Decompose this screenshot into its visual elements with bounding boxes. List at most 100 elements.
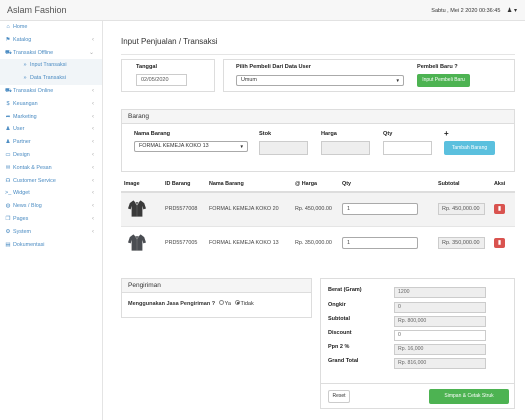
pengiriman-panel: Pengiriman Menggunakan Jasa Pengiriman ?… bbox=[121, 278, 312, 318]
topbar-right: Sabtu , Mei 2 2020 00:36:45 ♟ ▾ bbox=[431, 7, 517, 14]
table-row: PRD5577008 FORMAL KEMEJA KOKO 20 Rp. 450… bbox=[121, 191, 515, 226]
user-icon: ♟ bbox=[5, 126, 11, 133]
nama-barang-select-value: FORMAL KEMEJA KOKO 13 bbox=[139, 143, 209, 149]
berat-label: Berat (Gram) bbox=[328, 287, 362, 293]
chevron-icon: ⌄ bbox=[88, 49, 94, 56]
tambah-barang-button[interactable]: Tambah Barang bbox=[444, 141, 495, 155]
ongkir-input: 0 bbox=[394, 302, 486, 313]
tanggal-label: Tanggal bbox=[136, 64, 158, 70]
sidebar-item-label: Input Transaksi bbox=[30, 62, 67, 69]
chevron-icon: ‹ bbox=[92, 113, 94, 120]
harga-label: Harga bbox=[321, 131, 337, 137]
radio-tidak-label: Tidak bbox=[240, 301, 254, 307]
pembeli-select[interactable]: Umum ▼ bbox=[236, 75, 404, 86]
sidebar-item-keuangan[interactable]: $ Keuangan ‹ bbox=[0, 98, 102, 111]
user-icon: ♟ bbox=[506, 8, 513, 14]
qty-label: Qty bbox=[383, 131, 393, 137]
barang-panel: Barang Nama Barang FORMAL KEMEJA KOKO 13… bbox=[121, 109, 515, 172]
home-icon: ⌂ bbox=[6, 24, 10, 30]
simpan-cetak-button[interactable]: Simpan & Cetak Struk bbox=[429, 389, 509, 404]
sidebar-item-label: Transaksi Online bbox=[13, 87, 54, 94]
pengiriman-row: Menggunakan Jasa Pengiriman ? Ya Tidak bbox=[128, 300, 254, 307]
row-harga: Rp. 450,000.00 bbox=[292, 191, 339, 226]
chevron-icon: ‹ bbox=[92, 151, 94, 158]
sidebar-item-system[interactable]: ⚙ System ‹ bbox=[0, 226, 102, 239]
sidebar-item-label: Keuangan bbox=[13, 100, 38, 107]
sidebar-item-label: Widget bbox=[13, 190, 30, 197]
radio-ya[interactable] bbox=[218, 300, 224, 306]
action-panel: Reset Simpan & Cetak Struk bbox=[320, 383, 515, 409]
tanggal-input[interactable]: 02/05/2020 bbox=[136, 74, 187, 86]
sidebar-item-partner[interactable]: ♟ Partner ‹ bbox=[0, 136, 102, 149]
nama-barang-select[interactable]: FORMAL KEMEJA KOKO 13 ▼ bbox=[134, 141, 248, 152]
sidebar-item-design[interactable]: ▭ Design ‹ bbox=[0, 149, 102, 162]
sidebar-item-label: Marketing bbox=[13, 113, 37, 120]
globe-icon: ◍ bbox=[5, 203, 11, 210]
sidebar-item-label: System bbox=[13, 228, 31, 235]
qty-input[interactable] bbox=[383, 141, 432, 155]
col-image: Image bbox=[121, 176, 162, 193]
discount-input[interactable]: 0 bbox=[394, 330, 486, 341]
sidebar-item-katalog[interactable]: ⚑ Katalog ‹ bbox=[0, 34, 102, 47]
sidebar-item-kontak-pesan[interactable]: ✉ Kontak & Pesan ‹ bbox=[0, 162, 102, 175]
shirt-image-icon bbox=[128, 234, 146, 251]
input-pembeli-baru-button[interactable]: Input Pembeli Baru bbox=[417, 74, 470, 87]
sidebar-item-input-transaksi[interactable]: » Input Transaksi bbox=[0, 59, 102, 73]
chevron-icon: ‹ bbox=[92, 100, 94, 107]
row-harga: Rp. 350,000.00 bbox=[292, 225, 339, 260]
datetime-text: Sabtu , Mei 2 2020 00:36:45 bbox=[431, 8, 501, 14]
summary-panel: Berat (Gram) 1200 Ongkir 0 Subtotal Rp. … bbox=[320, 278, 515, 395]
brand-title[interactable]: Aslam Fashion bbox=[7, 5, 67, 15]
copy-icon: ❐ bbox=[5, 215, 11, 222]
pembeli-select-value: Umum bbox=[241, 77, 257, 83]
sidebar-item-pages[interactable]: ❐ Pages ‹ bbox=[0, 213, 102, 226]
row-id: PRD5577008 bbox=[162, 191, 206, 226]
sidebar-item-transaksi-online[interactable]: ⛟Transaksi Online ‹ bbox=[0, 85, 102, 98]
sidebar-item-label: Partner bbox=[13, 139, 31, 146]
chevron-icon: ‹ bbox=[92, 215, 94, 222]
divider bbox=[121, 54, 515, 55]
sidebar-item-transaksi-offline[interactable]: ⛟Transaksi Offline ⌄ bbox=[0, 47, 102, 60]
cart-table: Image ID Barang Nama Barang @ Harga Qty … bbox=[121, 176, 515, 260]
sidebar-item-user[interactable]: ♟ User ‹ bbox=[0, 123, 102, 136]
ongkir-label: Ongkir bbox=[328, 302, 346, 308]
reset-button[interactable]: Reset bbox=[328, 390, 350, 403]
ppn-label: Ppn 2 % bbox=[328, 344, 350, 350]
sidebar-item-label: News / Blog bbox=[13, 203, 42, 210]
row-nama: FORMAL KEMEJA KOKO 13 bbox=[206, 225, 292, 260]
headset-icon: ☊ bbox=[5, 177, 11, 184]
row-id: PRD5577005 bbox=[162, 225, 206, 260]
sidebar-item-label: Data Transaksi bbox=[30, 75, 66, 82]
sidebar: ⌂ Home ⚑ Katalog ‹ ⛟Transaksi Offline ⌄» Input … bbox=[0, 21, 103, 420]
users-icon: ♟ bbox=[5, 139, 11, 146]
delete-row-button[interactable]: ▮ bbox=[494, 238, 505, 249]
double-chevron-icon: » bbox=[23, 62, 27, 69]
user-menu[interactable]: ♟ ▾ bbox=[507, 7, 517, 14]
top-navbar: Aslam Fashion Sabtu , Mei 2 2020 00:36:4… bbox=[0, 0, 525, 21]
sidebar-item-marketing[interactable]: ➦ Marketing ‹ bbox=[0, 111, 102, 124]
row-qty-input[interactable]: 1 bbox=[342, 237, 418, 250]
table-row: PRD5577005 FORMAL KEMEJA KOKO 13 Rp. 350… bbox=[121, 225, 515, 260]
stok-label: Stok bbox=[259, 131, 272, 137]
book-icon: ▤ bbox=[5, 241, 11, 248]
berat-input: 1200 bbox=[394, 287, 486, 298]
sidebar-item-data-transaksi[interactable]: » Data Transaksi bbox=[0, 72, 102, 85]
sidebar-item-customer-service[interactable]: ☊ Customer Service ‹ bbox=[0, 175, 102, 188]
row-qty-input[interactable]: 1 bbox=[342, 203, 418, 216]
sidebar-item-widget[interactable]: >_ Widget ‹ bbox=[0, 187, 102, 200]
harga-input bbox=[321, 141, 370, 155]
terminal-icon: >_ bbox=[5, 190, 12, 197]
cart-icon: ⛟ bbox=[5, 87, 12, 94]
sidebar-item-news-blog[interactable]: ◍ News / Blog ‹ bbox=[0, 200, 102, 213]
delete-row-button[interactable]: ▮ bbox=[494, 204, 505, 215]
nama-barang-label: Nama Barang bbox=[134, 131, 171, 137]
sidebar-item-home[interactable]: ⌂ Home bbox=[0, 21, 102, 34]
sidebar-item-dokumentasi[interactable]: ▤ Dokumentasi bbox=[0, 239, 102, 252]
product-image bbox=[121, 191, 162, 226]
double-chevron-icon: » bbox=[23, 75, 27, 82]
chevron-icon: ‹ bbox=[92, 190, 94, 197]
col-aksi: Aksi bbox=[491, 176, 515, 193]
radio-tidak[interactable] bbox=[234, 300, 240, 306]
pengiriman-title: Pengiriman bbox=[122, 279, 311, 293]
main-content: Input Penjualan / Transaksi Tanggal 02/0… bbox=[103, 21, 525, 420]
